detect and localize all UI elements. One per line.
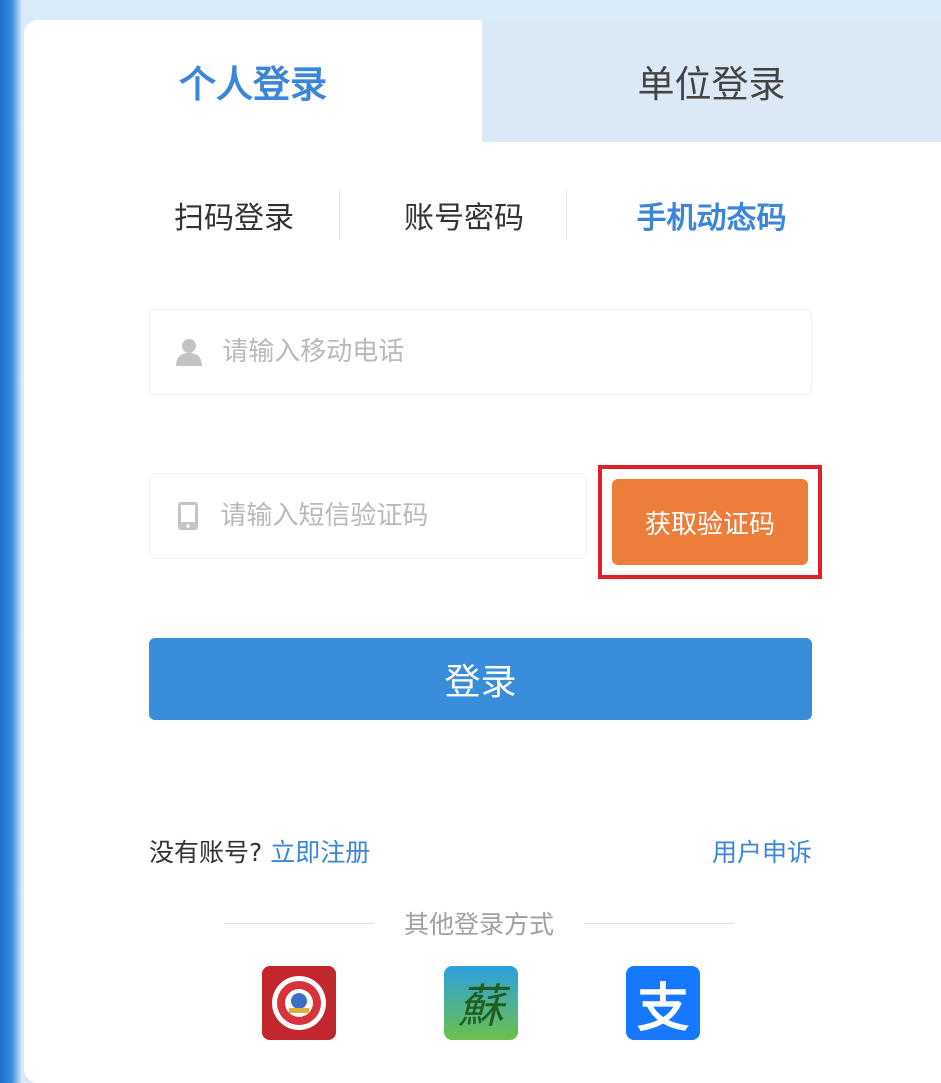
phone-field (149, 309, 812, 395)
tab-account-password[interactable]: 账号密码 (364, 190, 564, 240)
login-type-tabs: 个人登录 单位登录 (24, 20, 941, 142)
tab-personal-login[interactable]: 个人登录 (24, 20, 482, 142)
no-account-text: 没有账号? (149, 838, 263, 867)
jiangsu-su-app-icon[interactable]: 蘇 (444, 966, 518, 1040)
tab-phone-code[interactable]: 手机动态码 (599, 190, 824, 240)
account-links: 没有账号? 立即注册 用户申诉 (149, 833, 812, 873)
tab-divider (566, 190, 567, 240)
login-button[interactable]: 登录 (149, 638, 812, 720)
tab-unit-login[interactable]: 单位登录 (482, 20, 941, 142)
other-login-label: 其他登录方式 (391, 910, 566, 939)
get-verification-code-button[interactable]: 获取验证码 (612, 479, 808, 565)
login-card: 个人登录 单位登录 扫码登录 账号密码 手机动态码 获取验证码 登 (24, 20, 941, 1083)
sms-code-field (149, 473, 587, 559)
login-method-tabs: 扫码登录 账号密码 手机动态码 (134, 190, 824, 240)
other-login-label-wrap: 其他登录方式 (224, 905, 734, 941)
mobile-phone-icon (174, 499, 202, 533)
user-icon (174, 335, 204, 369)
su-glyph: 蘇 (458, 979, 504, 1033)
get-code-highlight-box: 获取验证码 (598, 465, 822, 579)
user-appeal-link[interactable]: 用户申诉 (712, 833, 812, 869)
sms-code-input[interactable] (218, 500, 586, 532)
phone-input[interactable] (220, 336, 811, 368)
emblem-app-icon[interactable] (262, 966, 336, 1040)
other-login-divider: 其他登录方式 (224, 905, 734, 941)
register-link[interactable]: 立即注册 (270, 838, 370, 867)
tab-divider (339, 190, 340, 240)
register-prompt: 没有账号? 立即注册 (149, 833, 370, 869)
tab-scan-login[interactable]: 扫码登录 (134, 190, 334, 240)
alipay-icon[interactable]: 支 (626, 966, 700, 1040)
alipay-glyph: 支 (636, 978, 689, 1039)
